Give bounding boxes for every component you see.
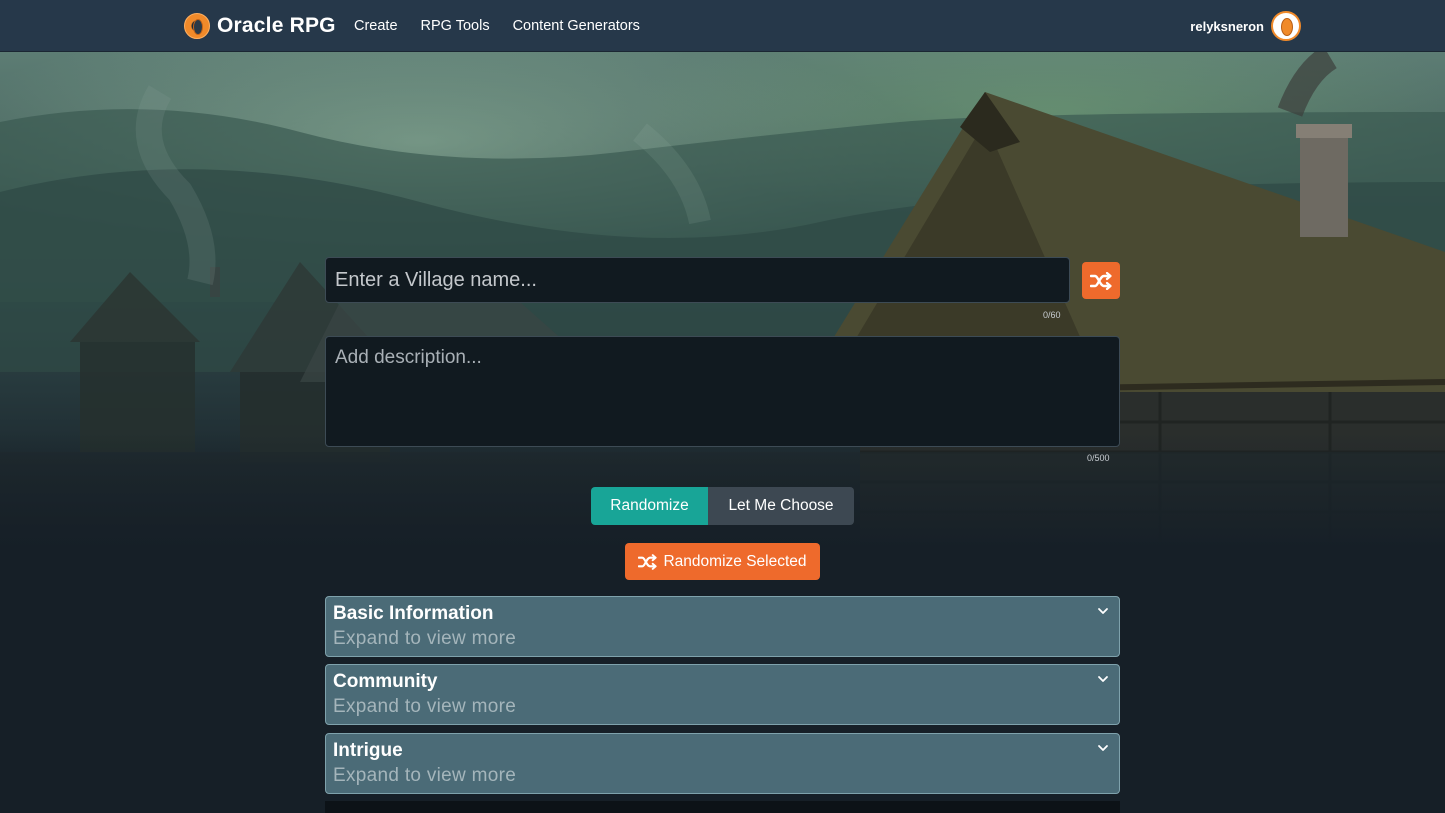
chevron-down-icon[interactable] xyxy=(1097,606,1109,616)
description-textarea[interactable] xyxy=(325,336,1120,447)
section-intrigue[interactable]: Intrigue Expand to view more xyxy=(325,733,1120,794)
shuffle-icon xyxy=(638,553,658,570)
section-title: Intrigue xyxy=(333,740,403,761)
mode-toggle: Randomize Let Me Choose xyxy=(591,487,854,525)
nav-links: Create RPG Tools Content Generators xyxy=(354,0,663,52)
randomize-selected-button[interactable]: Randomize Selected xyxy=(625,543,820,580)
brand-link[interactable]: Oracle RPG xyxy=(184,12,336,40)
top-navbar: Oracle RPG Create RPG Tools Content Gene… xyxy=(0,0,1445,52)
nav-link-content-generators[interactable]: Content Generators xyxy=(513,18,640,34)
section-title: Basic Information xyxy=(333,603,494,624)
section-basic-information[interactable]: Basic Information Expand to view more xyxy=(325,596,1120,657)
user-menu[interactable]: relyksneron xyxy=(1190,11,1301,41)
randomize-mode-button[interactable]: Randomize xyxy=(591,487,708,525)
section-subtitle: Expand to view more xyxy=(333,696,517,717)
randomize-name-button[interactable] xyxy=(1082,262,1120,299)
nav-link-rpg-tools[interactable]: RPG Tools xyxy=(421,18,490,34)
section-subtitle: Expand to view more xyxy=(333,628,517,649)
section-title: Community xyxy=(333,671,438,692)
village-name-input[interactable] xyxy=(325,257,1070,303)
section-subtitle: Expand to view more xyxy=(333,765,517,786)
next-section-edge xyxy=(325,801,1120,813)
section-community[interactable]: Community Expand to view more xyxy=(325,664,1120,725)
nav-link-create[interactable]: Create xyxy=(354,18,398,34)
brand-name: Oracle RPG xyxy=(217,14,336,37)
let-me-choose-mode-button[interactable]: Let Me Choose xyxy=(708,487,854,525)
chevron-down-icon[interactable] xyxy=(1097,674,1109,684)
username: relyksneron xyxy=(1190,18,1264,34)
oracle-logo-icon xyxy=(184,13,210,39)
shuffle-icon xyxy=(1090,271,1112,290)
description-char-counter: 0/500 xyxy=(1087,453,1110,463)
chevron-down-icon[interactable] xyxy=(1097,743,1109,753)
avatar[interactable] xyxy=(1271,11,1301,41)
randomize-selected-label: Randomize Selected xyxy=(663,552,807,570)
name-char-counter: 0/60 xyxy=(1043,310,1061,320)
